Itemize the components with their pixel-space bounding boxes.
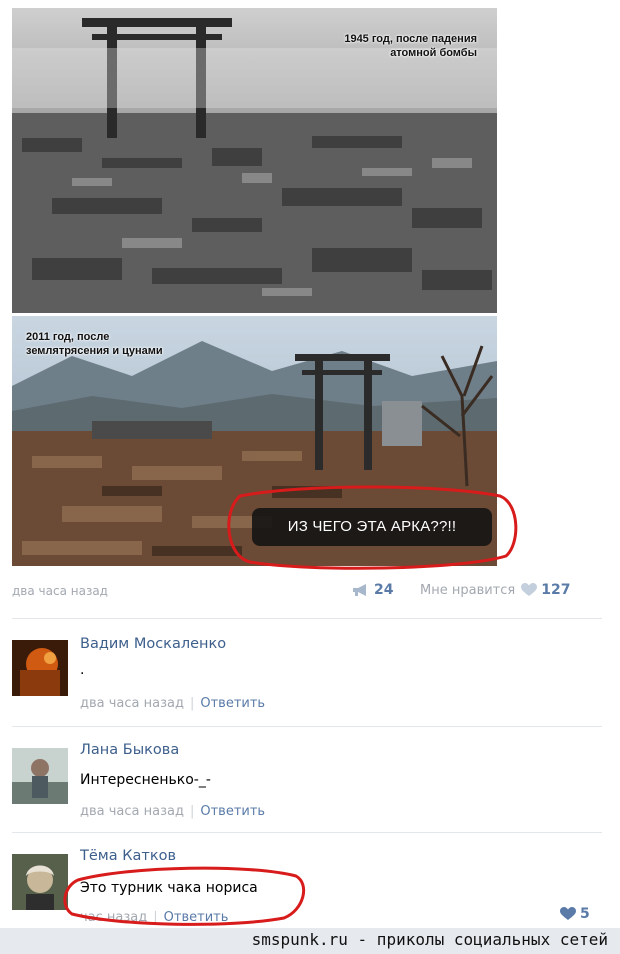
like-button[interactable]: Мне нравится 127 — [420, 582, 570, 598]
comment-author[interactable]: Тёма Катков — [80, 848, 176, 864]
comment-text: Это турник чака нориса — [80, 880, 258, 896]
heart-icon — [560, 907, 576, 920]
comment-like-count: 5 — [580, 906, 590, 922]
photo-2011-caption: 2011 год, после землятрясения и цунами — [26, 330, 226, 358]
comment-text: . — [80, 662, 85, 678]
user-avatar-icon — [12, 854, 68, 910]
megaphone-icon — [353, 584, 366, 596]
repost-button[interactable]: 24 — [352, 582, 393, 598]
reply-link[interactable]: Ответить — [200, 696, 265, 711]
comment-timestamp[interactable]: два часа назад — [80, 696, 184, 711]
comment-meta: час назад | Ответить — [80, 910, 228, 925]
user-avatar-icon — [12, 640, 68, 696]
divider — [12, 832, 602, 833]
comment-like-button[interactable]: 5 — [560, 906, 590, 922]
comment-text: Интересненько-_- — [80, 772, 211, 788]
comment-timestamp[interactable]: два часа назад — [80, 804, 184, 819]
separator: | — [189, 696, 195, 711]
divider — [12, 726, 602, 727]
like-label: Мне нравится — [420, 582, 516, 598]
caption-line: 2011 год, после — [26, 331, 110, 343]
separator: | — [153, 910, 158, 925]
separator: | — [189, 804, 195, 819]
avatar[interactable] — [12, 854, 68, 910]
comment-item: Лана Быкова Интересненько-_- два часа на… — [12, 742, 602, 827]
heart-icon — [521, 583, 538, 596]
comment-timestamp[interactable]: час назад — [80, 910, 147, 925]
caption-line: 1945 год, после падения — [344, 33, 477, 45]
reply-link[interactable]: Ответить — [164, 910, 229, 925]
watermark-bar: smspunk.ru - приколы социальных сетей — [0, 928, 620, 954]
avatar[interactable] — [12, 748, 68, 804]
watermark-text: smspunk.ru - приколы социальных сетей — [251, 930, 608, 949]
divider — [12, 618, 602, 619]
caption-line: землятрясения и цунами — [26, 345, 163, 357]
post-photo-2011[interactable]: 2011 год, после землятрясения и цунами И… — [12, 316, 497, 566]
photo-overlay-question: ИЗ ЧЕГО ЭТА АРКА??!! — [252, 508, 492, 546]
avatar[interactable] — [12, 640, 68, 696]
caption-line: атомной бомбы — [390, 47, 477, 59]
user-avatar-icon — [12, 748, 68, 804]
repost-count: 24 — [374, 582, 394, 598]
comment-item: Вадим Москаленко . два часа назад | Ответи… — [12, 636, 602, 721]
photo-1945-caption: 1945 год, после падения атомной бомбы — [277, 32, 477, 60]
reply-link[interactable]: Ответить — [200, 804, 265, 819]
comment-meta: два часа назад | Ответить — [80, 696, 265, 711]
comment-item: Тёма Катков Это турник чака нориса час н… — [12, 848, 602, 928]
post-meta-row: два часа назад 24 Мне нравится 127 — [12, 580, 602, 602]
post-timestamp[interactable]: два часа назад — [12, 584, 108, 598]
comment-author[interactable]: Вадим Москаленко — [80, 636, 226, 652]
like-count: 127 — [541, 582, 571, 598]
post-photo-1945[interactable]: 1945 год, после падения атомной бомбы — [12, 8, 497, 313]
comment-author[interactable]: Лана Быкова — [80, 742, 179, 758]
comment-meta: два часа назад | Ответить — [80, 804, 265, 819]
